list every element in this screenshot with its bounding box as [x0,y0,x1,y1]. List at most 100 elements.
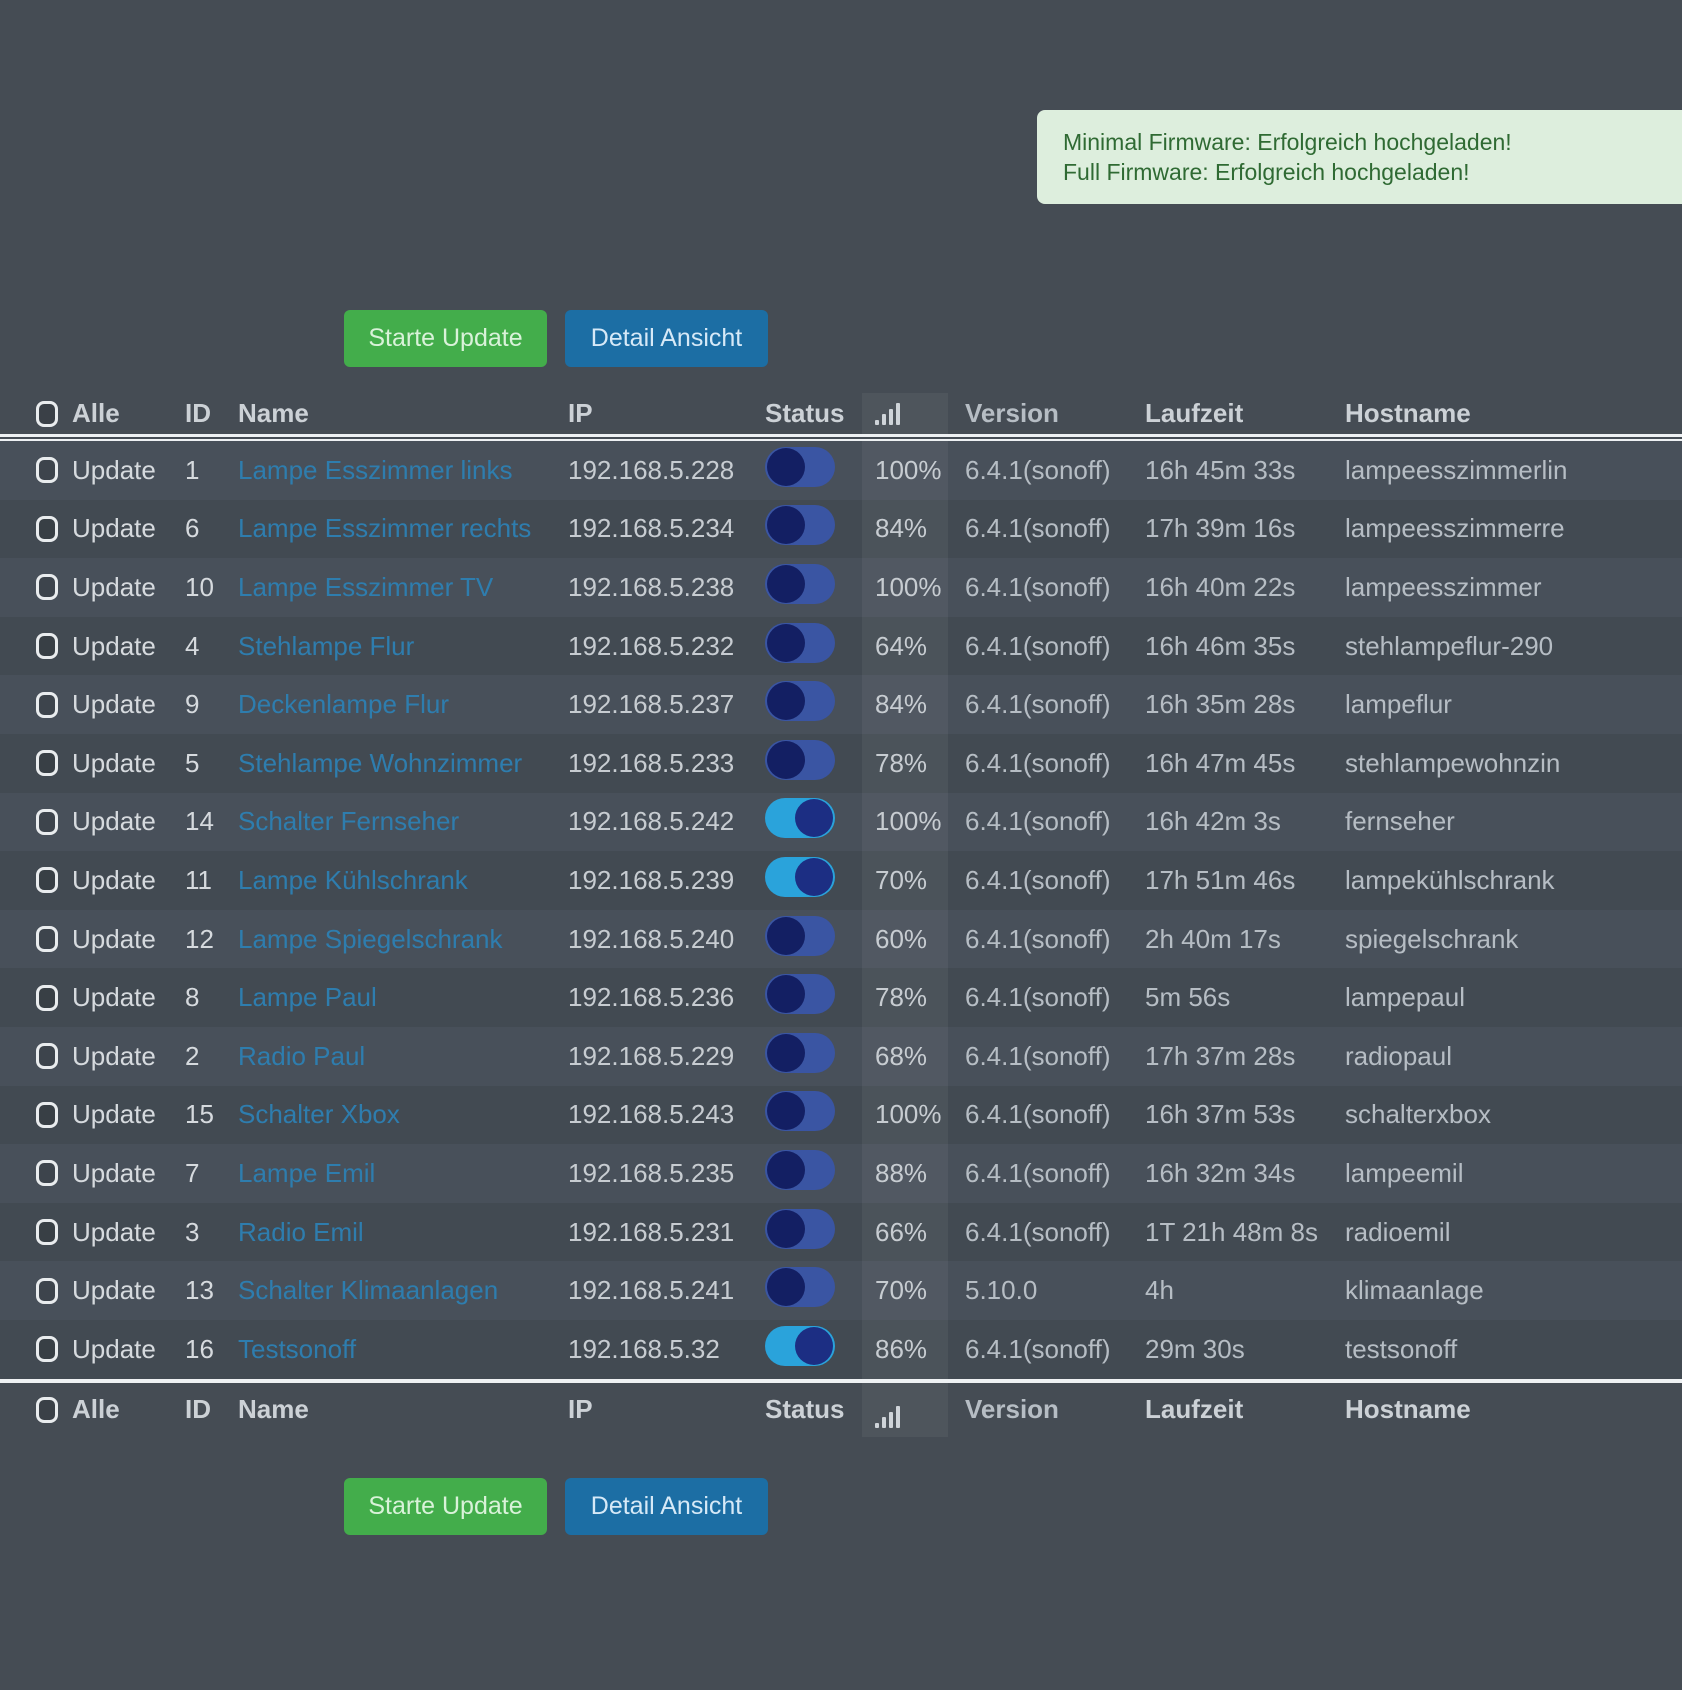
device-name-link[interactable]: Lampe Esszimmer links [238,455,568,486]
device-name-link[interactable]: Schalter Fernseher [238,806,568,837]
status-toggle[interactable] [765,447,835,487]
row-update-checkbox[interactable] [36,750,58,776]
row-id: 7 [185,1158,238,1189]
device-name-link[interactable]: Deckenlampe Flur [238,689,568,720]
row-update-checkbox[interactable] [36,985,58,1011]
row-update-checkbox[interactable] [36,516,58,542]
start-update-button[interactable]: Starte Update [344,310,547,367]
status-toggle[interactable] [765,974,835,1014]
status-toggle[interactable] [765,1326,835,1366]
start-update-button-bottom[interactable]: Starte Update [344,1478,547,1535]
row-signal: 100% [862,793,948,852]
row-ip: 192.168.5.241 [568,1275,765,1306]
notification-line-minimal: Minimal Firmware: Erfolgreich hochgelade… [1063,127,1682,157]
toggle-knob [767,624,805,662]
status-toggle[interactable] [765,1091,835,1131]
row-update-checkbox[interactable] [36,457,58,483]
row-update-checkbox[interactable] [36,926,58,952]
row-id: 13 [185,1275,238,1306]
select-all-checkbox-footer[interactable] [36,1397,58,1423]
header-id[interactable]: ID [185,398,238,429]
row-hostname: stehlampewohnzin [1345,748,1682,779]
row-update-checkbox[interactable] [36,809,58,835]
table-row: Update 7 Lampe Emil 192.168.5.235 88% 6.… [0,1144,1682,1203]
row-signal: 84% [862,500,948,559]
detail-view-button-bottom[interactable]: Detail Ansicht [565,1478,768,1535]
row-update-checkbox[interactable] [36,574,58,600]
row-status-cell [765,1267,862,1314]
row-update-checkbox[interactable] [36,633,58,659]
toggle-knob [767,1151,805,1189]
row-laufzeit: 17h 51m 46s [1145,865,1345,896]
status-toggle[interactable] [765,681,835,721]
footer-alle: Alle [72,1394,185,1425]
footer-name: Name [238,1394,568,1425]
row-update-checkbox[interactable] [36,867,58,893]
device-name-link[interactable]: Schalter Klimaanlagen [238,1275,568,1306]
footer-laufzeit: Laufzeit [1145,1394,1345,1425]
header-name[interactable]: Name [238,398,568,429]
status-toggle[interactable] [765,505,835,545]
row-update-checkbox[interactable] [36,1102,58,1128]
select-all-checkbox[interactable] [36,401,58,427]
status-toggle[interactable] [765,798,835,838]
status-toggle[interactable] [765,857,835,897]
table-row: Update 2 Radio Paul 192.168.5.229 68% 6.… [0,1027,1682,1086]
row-ip: 192.168.5.232 [568,631,765,662]
row-signal: 70% [862,851,948,910]
device-name-link[interactable]: Lampe Esszimmer TV [238,572,568,603]
header-ip[interactable]: IP [568,398,765,429]
header-version[interactable]: Version [948,398,1145,429]
row-laufzeit: 16h 37m 53s [1145,1099,1345,1130]
device-name-link[interactable]: Lampe Spiegelschrank [238,924,568,955]
device-name-link[interactable]: Stehlampe Wohnzimmer [238,748,568,779]
row-hostname: stehlampeflur-290 [1345,631,1682,662]
device-name-link[interactable]: Testsonoff [238,1334,568,1365]
row-update-checkbox[interactable] [36,1336,58,1362]
row-update-checkbox[interactable] [36,1278,58,1304]
device-name-link[interactable]: Radio Paul [238,1041,568,1072]
footer-hostname: Hostname [1345,1394,1682,1425]
row-ip: 192.168.5.239 [568,865,765,896]
status-toggle[interactable] [765,740,835,780]
signal-strength-icon [875,403,900,425]
status-toggle[interactable] [765,1150,835,1190]
table-row: Update 13 Schalter Klimaanlagen 192.168.… [0,1261,1682,1320]
header-hostname[interactable]: Hostname [1345,398,1682,429]
footer-status: Status [765,1394,862,1425]
row-id: 11 [185,865,238,896]
status-toggle[interactable] [765,1267,835,1307]
row-id: 10 [185,572,238,603]
status-toggle[interactable] [765,916,835,956]
row-update-checkbox[interactable] [36,1043,58,1069]
device-name-link[interactable]: Schalter Xbox [238,1099,568,1130]
device-name-link[interactable]: Lampe Paul [238,982,568,1013]
row-ip: 192.168.5.237 [568,689,765,720]
footer-version: Version [948,1394,1145,1425]
row-status-cell [765,857,862,904]
device-name-link[interactable]: Radio Emil [238,1217,568,1248]
table-row: Update 5 Stehlampe Wohnzimmer 192.168.5.… [0,734,1682,793]
status-toggle[interactable] [765,1209,835,1249]
device-name-link[interactable]: Lampe Emil [238,1158,568,1189]
device-name-link[interactable]: Stehlampe Flur [238,631,568,662]
row-signal: 66% [862,1203,948,1262]
status-toggle[interactable] [765,623,835,663]
row-signal: 70% [862,1261,948,1320]
notification-line-full: Full Firmware: Erfolgreich hochgeladen! [1063,157,1682,187]
row-update-checkbox[interactable] [36,692,58,718]
header-status[interactable]: Status [765,398,862,429]
header-signal[interactable] [862,393,948,434]
row-update-checkbox[interactable] [36,1160,58,1186]
row-id: 8 [185,982,238,1013]
toggle-knob [767,682,805,720]
status-toggle[interactable] [765,1033,835,1073]
row-update-checkbox[interactable] [36,1219,58,1245]
detail-view-button[interactable]: Detail Ansicht [565,310,768,367]
header-laufzeit[interactable]: Laufzeit [1145,398,1345,429]
status-toggle[interactable] [765,564,835,604]
device-name-link[interactable]: Lampe Esszimmer rechts [238,513,568,544]
table-footer-row: Alle ID Name IP Status Version Laufzeit … [0,1383,1682,1437]
device-name-link[interactable]: Lampe Kühlschrank [238,865,568,896]
row-update-label: Update [72,689,185,720]
